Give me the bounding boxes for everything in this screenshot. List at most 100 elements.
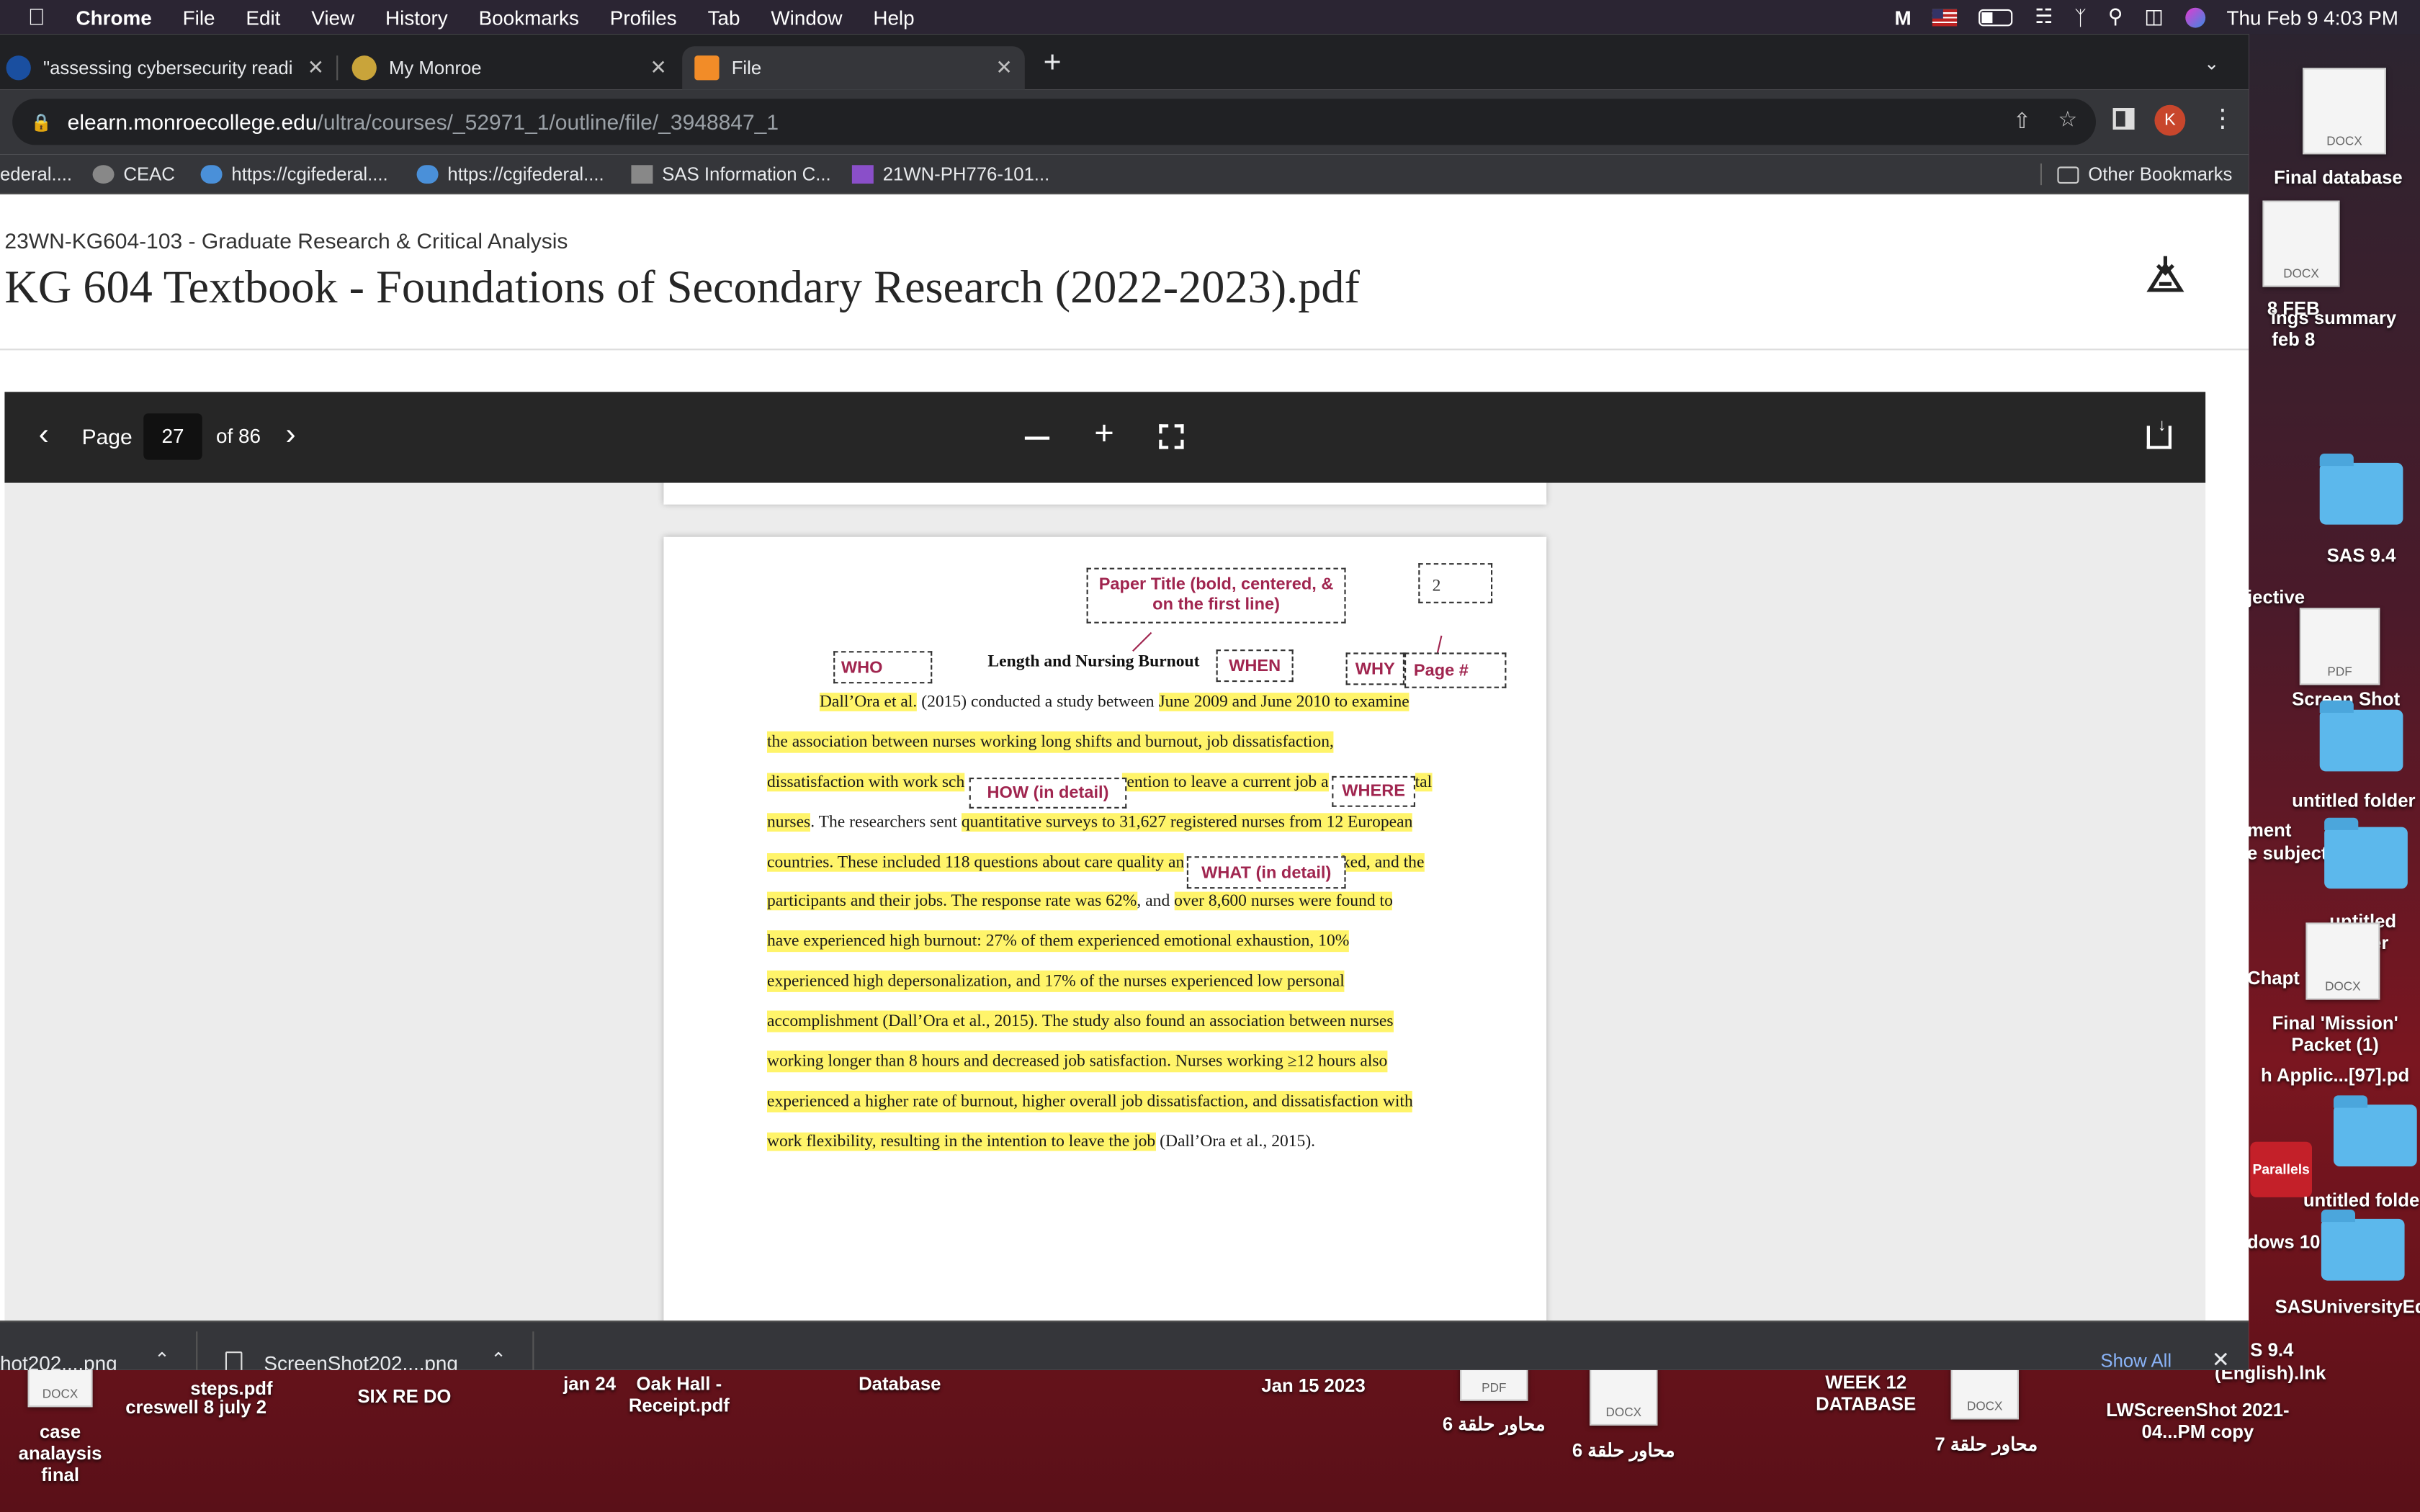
desktop-label[interactable]: Oak Hall - Receipt.pdf [617,1373,740,1416]
docx-file-icon[interactable]: DOCX [2262,200,2340,287]
desktop-label[interactable]: feb 8 [2247,328,2340,350]
desktop-label[interactable]: محاور حلقة 7 [1923,1434,2050,1455]
menu-window[interactable]: Window [771,6,842,29]
download-item[interactable]: hot202....png ⌃ [0,1322,194,1370]
avatar[interactable]: K [2154,104,2186,136]
docx-file-icon[interactable]: DOCX [1590,1364,1658,1426]
lock-icon[interactable]: 🔒 [31,112,52,132]
page-number-input[interactable]: 27 [143,413,202,460]
folder-icon[interactable] [2319,700,2403,772]
close-icon[interactable]: ✕ [308,55,324,80]
apple-icon[interactable]:  [28,4,45,30]
desktop-label[interactable]: SASUniversityEdition [2275,1296,2420,1318]
desktop-label[interactable]: Final database [2257,166,2420,188]
folder-icon[interactable] [2321,1209,2405,1281]
doc-line: work flexibility, resulting in the inten… [767,1131,1315,1153]
wifi-icon[interactable]: ☵ [2035,4,2053,29]
bookmark-label: 21WN-PH776-101... [882,163,1050,186]
new-tab-button[interactable]: + [1044,46,1062,81]
bookmark-item[interactable]: https://cgifederal.... [416,154,604,194]
next-page-chevron-right-icon[interactable]: › [285,418,295,454]
desktop-label[interactable]: dows 10 [2247,1231,2324,1253]
menu-history[interactable]: History [385,6,448,29]
flag-us-icon[interactable] [1932,8,1958,26]
docx-file-icon[interactable]: DOCX [1950,1364,2019,1420]
chevron-up-icon[interactable]: ⌃ [154,1349,170,1370]
folder-icon[interactable] [2334,1095,2417,1166]
desktop-label[interactable]: Final 'Mission' Packet (1) [2266,1012,2405,1056]
menu-bookmarks[interactable]: Bookmarks [479,6,579,29]
desktop-label[interactable]: h Applic...[97].pd [2250,1065,2420,1086]
show-all-button[interactable]: Show All [2100,1350,2172,1370]
menu-help[interactable]: Help [873,6,914,29]
bookmark-item[interactable]: ederal.... [0,154,72,194]
bluetooth-icon[interactable]: ᛉ [2074,6,2087,29]
bookmark-item[interactable]: SAS Information C... [631,154,831,194]
zoom-out-icon[interactable] [1024,436,1050,440]
docx-file-icon[interactable]: DOCX [27,1364,93,1408]
desktop-label[interactable]: ment [2247,819,2324,841]
desktop-label[interactable]: LWScreenShot 2021-04...PM copy [2105,1400,2290,1443]
desktop-label[interactable]: محاور حلقة 6 [1433,1413,1556,1435]
control-center-icon[interactable]: ◫ [2144,4,2163,29]
desktop-label[interactable]: untitled folder [2287,790,2420,811]
siri-icon[interactable] [2184,6,2205,27]
download-divider [532,1331,534,1370]
desktop-label[interactable]: محاور حلقة 6 [1559,1439,1688,1461]
other-bookmarks[interactable]: Other Bookmarks [2057,154,2232,194]
desktop-label[interactable]: Chapt [2247,968,2309,989]
desktop-label[interactable]: Database [843,1373,957,1395]
text: tention to leave a current job a [1121,773,1329,792]
desktop-label[interactable]: SIX RE DO [343,1385,466,1407]
bookmark-item[interactable]: 21WN-PH776-101... [851,154,1050,194]
menu-tab[interactable]: Tab [708,6,740,29]
download-item[interactable]: ScreenShot202....png ⌃ [207,1322,531,1370]
bookmark-item[interactable]: https://cgifederal.... [200,154,388,194]
menu-edit[interactable]: Edit [246,6,280,29]
spotlight-search-icon[interactable]: ⚲ [2108,4,2123,29]
clock[interactable]: Thu Feb 9 4:03 PM [2227,6,2398,29]
menu-profiles[interactable]: Profiles [610,6,677,29]
close-icon[interactable]: ✕ [995,55,1012,80]
bookmark-star-icon[interactable]: ☆ [2058,107,2077,132]
download-pdf-icon[interactable]: ↓ [2146,417,2172,449]
download-icon[interactable] [2142,250,2188,296]
bookmark-item[interactable]: CEAC [92,154,175,194]
side-panel-icon[interactable] [2112,108,2135,130]
battery-icon[interactable] [1979,8,2014,26]
desktop-label[interactable]: ings summary [2247,307,2420,328]
previous-page-chevron-left-icon[interactable]: ‹ [39,418,49,454]
desktop-label[interactable]: SAS 9.4 [2312,544,2411,566]
menu-file[interactable]: File [183,6,215,29]
address-bar[interactable]: 🔒 elearn.monroecollege.edu/ultra/courses… [12,99,2097,145]
malwarebytes-icon[interactable]: M [1895,6,1912,29]
folder-icon[interactable] [2324,817,2408,889]
desktop-label[interactable]: WEEK 12 DATABASE [1809,1372,1923,1415]
desktop-label[interactable]: jective [2247,586,2315,608]
desktop-label[interactable]: Jan 15 2023 [1250,1374,1377,1396]
desktop-label[interactable]: steps.pdf [170,1378,293,1400]
pdf-file-icon[interactable]: PDF [2299,608,2380,685]
desktop-label[interactable]: untitled folde [2303,1189,2420,1211]
docx-file-icon[interactable]: DOCX [2303,68,2386,155]
tab-my-monroe[interactable]: My Monroe ✕ [339,46,678,89]
share-icon[interactable]: ⇧ [2013,108,2031,134]
pdf-viewer[interactable]: Paper Title (bold, centered, & on the fi… [4,482,2206,1321]
tab-assessing-cybersecurity[interactable]: "assessing cybersecurity readi ✕ [0,46,336,89]
zoom-in-icon[interactable]: + [1094,413,1114,454]
folder-icon[interactable] [2319,453,2403,525]
tab-search-chevron-down-icon[interactable]: ⌄ [2204,53,2220,74]
doc-line: working longer than 8 hours and decrease… [767,1050,1388,1073]
menu-view[interactable]: View [311,6,354,29]
chevron-up-icon[interactable]: ⌃ [490,1349,506,1370]
close-icon[interactable]: ✕ [650,55,666,80]
fullscreen-icon[interactable] [1159,424,1184,449]
desktop-label[interactable]: case analaysis final [0,1421,120,1486]
tab-file[interactable]: File ✕ [682,46,1025,90]
more-menu-icon[interactable]: ⋮ [2210,104,2235,135]
close-downloads-close-icon[interactable]: ✕ [2212,1347,2230,1370]
desktop-label[interactable]: S 9.4 [2250,1339,2312,1361]
docx-file-icon[interactable]: DOCX [2305,922,2380,1000]
menu-app-name[interactable]: Chrome [76,6,152,29]
desktop-label[interactable]: creswell 8 july 2 [111,1396,281,1418]
